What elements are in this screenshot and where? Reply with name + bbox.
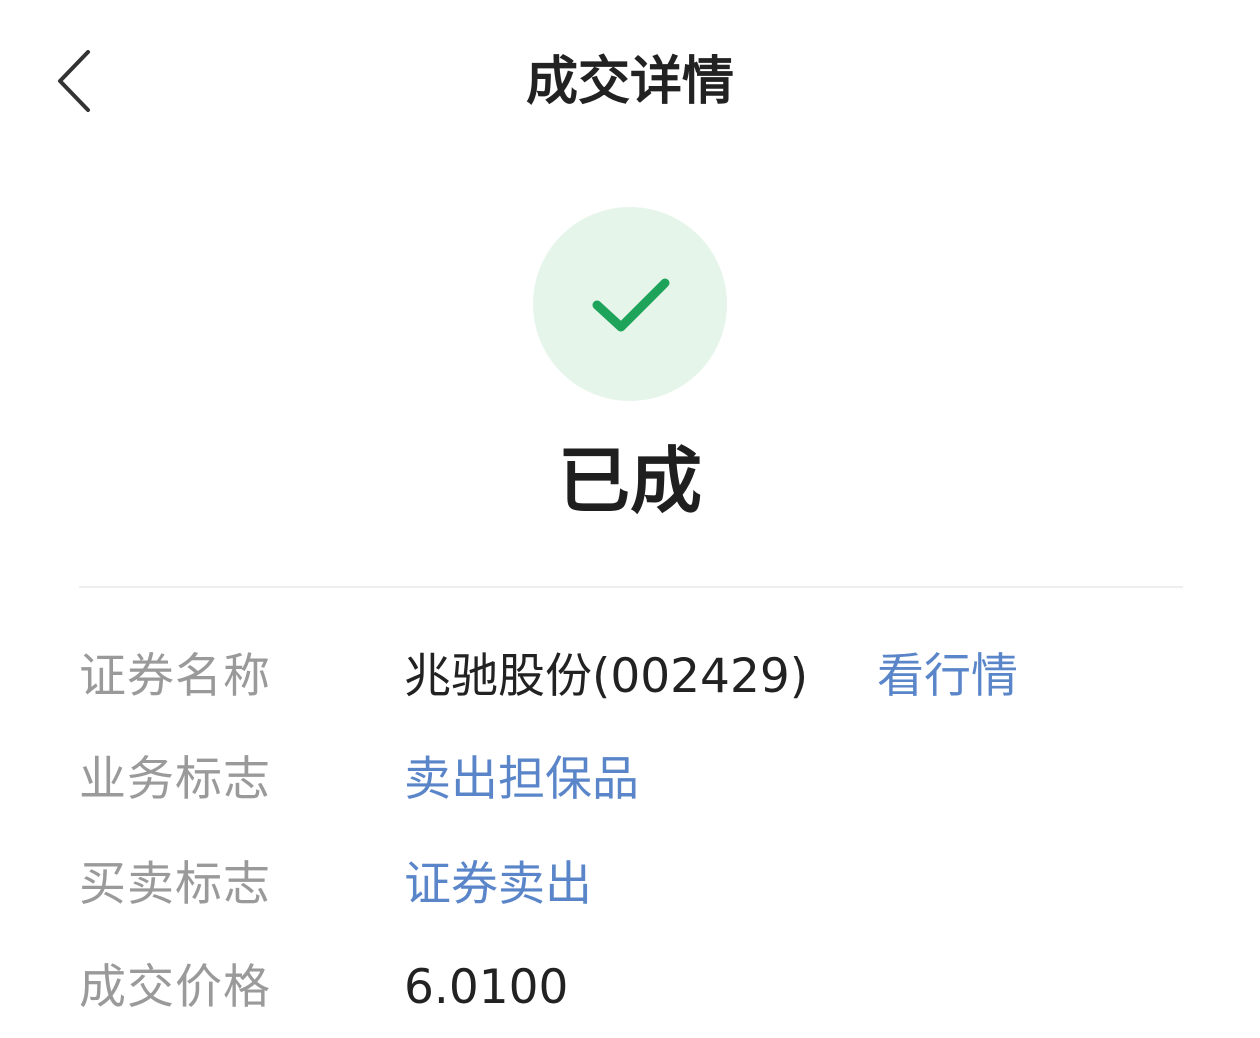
detail-row-security-name: 证券名称 兆驰股份(002429) 看行情 <box>79 642 1183 712</box>
divider <box>79 586 1183 588</box>
business-flag-value: 卖出担保品 <box>404 752 639 807</box>
price-value: 6.0100 <box>404 960 569 1015</box>
page-title: 成交详情 <box>525 52 734 112</box>
check-icon <box>592 278 670 332</box>
trade-flag-value: 证券卖出 <box>404 857 592 912</box>
view-quote-link[interactable]: 看行情 <box>877 642 1018 712</box>
detail-row-trade-flag: 买卖标志 证券卖出 <box>79 850 1183 920</box>
price-label: 成交价格 <box>79 960 271 1015</box>
security-name-value: 兆驰股份(002429) <box>404 649 809 704</box>
detail-row-business-flag: 业务标志 卖出担保品 <box>79 745 1183 815</box>
business-flag-label: 业务标志 <box>79 752 271 807</box>
detail-row-price: 成交价格 6.0100 <box>79 953 1183 1023</box>
security-name-label: 证券名称 <box>79 649 271 704</box>
trade-flag-label: 买卖标志 <box>79 857 271 912</box>
status-text: 已成 <box>557 439 702 523</box>
status-circle <box>533 207 727 401</box>
header-bar: 成交详情 <box>0 0 1260 165</box>
